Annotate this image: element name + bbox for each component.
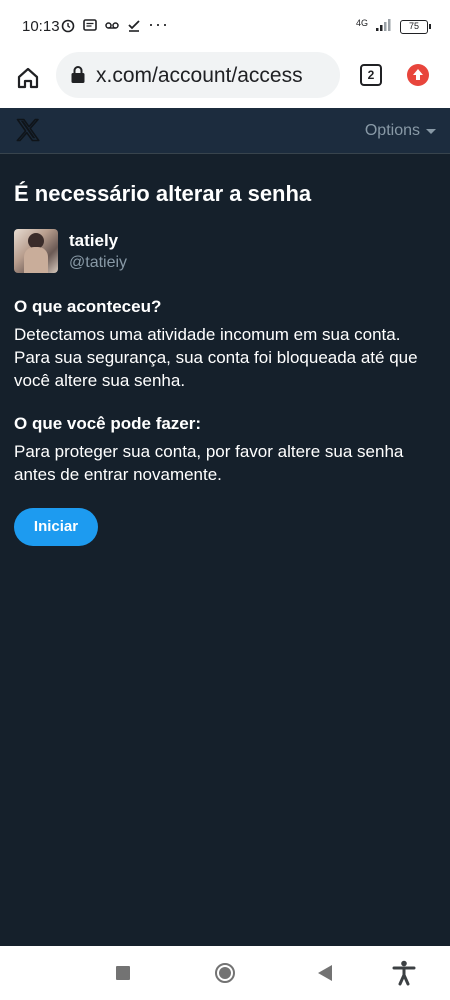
user-display-name: tatiely xyxy=(69,231,119,250)
user-card: tatiely @tatieiy xyxy=(14,229,436,275)
status-bar: 10:13 ··· 4G 75 xyxy=(0,0,450,52)
navigation-bar xyxy=(0,946,450,1000)
alarm-icon xyxy=(60,17,76,33)
recent-apps-icon[interactable] xyxy=(116,966,130,980)
signal-icon xyxy=(376,18,392,36)
accessibility-icon[interactable] xyxy=(392,960,416,986)
start-button[interactable]: Iniciar xyxy=(14,508,98,546)
download-done-icon xyxy=(126,17,142,33)
network-type: 4G xyxy=(355,17,368,28)
user-handle: @tatieiy xyxy=(69,254,128,271)
status-notification-icons xyxy=(60,17,142,33)
battery-indicator: 75 xyxy=(400,20,431,34)
tab-switcher-button[interactable]: 2 xyxy=(360,64,382,86)
lock-icon[interactable] xyxy=(70,65,86,85)
status-time: 10:13 xyxy=(22,18,60,35)
address-bar[interactable]: x.com/account/access xyxy=(56,52,340,98)
what-you-can-do-text: Para proteger sua conta, por favor alter… xyxy=(14,442,404,484)
what-happened-text: Detectamos uma atividade incomum em sua … xyxy=(14,325,418,390)
update-arrow-icon[interactable] xyxy=(407,64,429,86)
more-notifications-icon: ··· xyxy=(148,14,169,34)
voicemail-icon xyxy=(104,17,120,33)
back-icon[interactable] xyxy=(318,965,332,981)
message-icon xyxy=(82,17,98,33)
main-content: É necessário alterar a senha tatiely @ta… xyxy=(0,155,450,546)
what-you-can-do-heading: O que você pode fazer: xyxy=(14,414,202,433)
avatar xyxy=(14,229,58,273)
browser-toolbar: x.com/account/access 2 xyxy=(0,52,450,108)
status-system-icons: 4G 75 xyxy=(355,17,431,36)
url-text[interactable]: x.com/account/access xyxy=(96,64,303,88)
page-title: É necessário alterar a senha xyxy=(14,181,312,206)
x-logo-icon[interactable] xyxy=(16,118,40,142)
options-menu[interactable]: Options xyxy=(365,122,436,140)
home-button-icon[interactable] xyxy=(215,963,235,983)
page-header: Options xyxy=(0,108,450,154)
caret-down-icon xyxy=(426,128,436,134)
what-happened-heading: O que aconteceu? xyxy=(14,297,162,316)
home-icon[interactable] xyxy=(14,64,42,92)
options-label[interactable]: Options xyxy=(365,122,420,140)
